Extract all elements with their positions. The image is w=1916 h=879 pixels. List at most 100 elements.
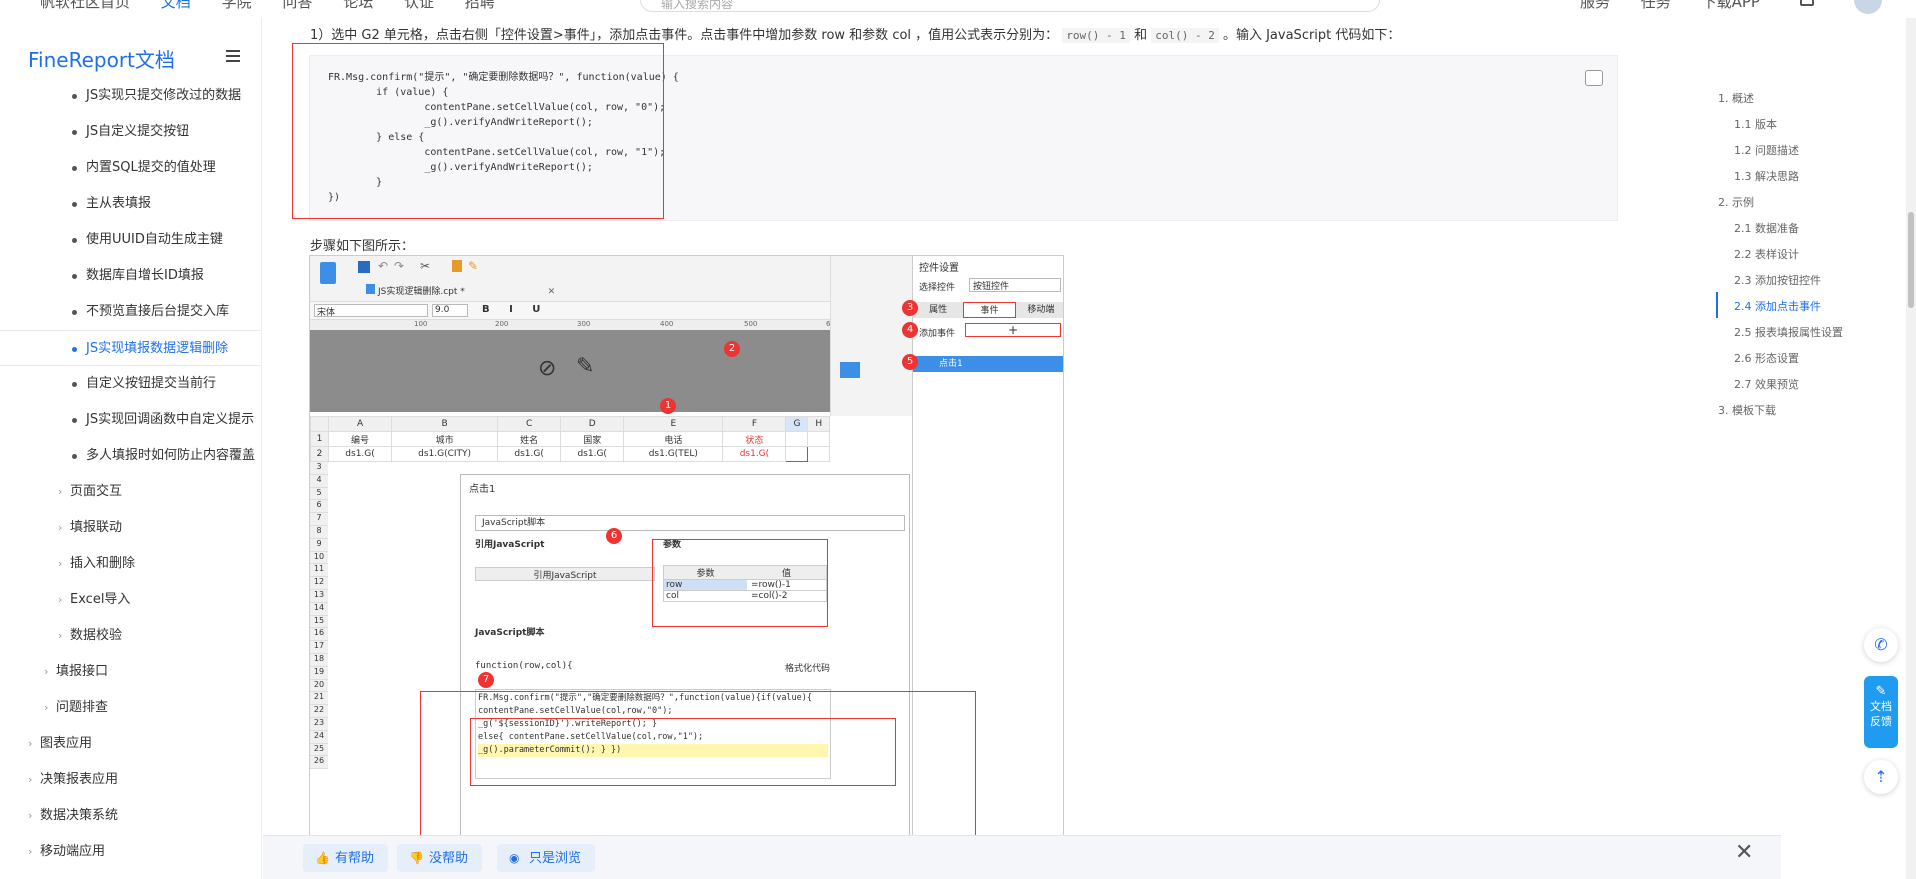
toc-item[interactable]: 2.3 添加按钮控件 [1718,268,1898,294]
toc-item[interactable]: 2.7 效果预览 [1718,372,1898,398]
nav-academy[interactable]: 学院 [222,0,252,11]
toc-item[interactable]: 3. 模板下载 [1718,398,1898,424]
step-badge-2: 2 [724,341,740,357]
sidebar-item[interactable]: 多人填报时如何防止内容覆盖 [0,438,261,474]
redo-icon: ↷ [394,259,405,273]
sidebar-item[interactable]: 数据库自增长ID填报 [0,258,261,294]
code-highlight-box [292,43,664,219]
page-scrollbar[interactable] [1906,18,1916,879]
doc-feedback-button[interactable]: ✎ 文档反馈 [1864,676,1898,748]
column-header: H [807,416,830,432]
helpful-label: 有帮助 [335,851,375,866]
toc-item[interactable]: 2. 示例 [1718,190,1898,216]
sidebar-item[interactable]: › Excel导入 [0,582,261,618]
brush-icon: ✎ [468,259,479,273]
helpful-button[interactable]: 👍 有帮助 [303,844,389,872]
step-badge-1: 1 [660,398,676,414]
instruction-text: 1）选中 G2 单元格，点击右侧「控件设置>事件」，添加点击事件。点击事件中增加… [310,28,1059,43]
nav-docs[interactable]: 文档 [161,0,191,11]
sidebar-item-label: 插入和删除 [70,556,136,571]
sidebar-item[interactable]: › 数据决策系统 [0,798,261,834]
sidebar-item[interactable]: 内置SQL提交的值处理 [0,150,261,186]
site-logo[interactable]: FineReport文档 [28,44,175,73]
sidebar-item[interactable]: › 填报接口 [0,654,261,690]
sidebar-item[interactable]: JS实现只提交修改过的数据 [0,78,261,114]
panel-tabs: 属性 事件 移动端 [913,302,1063,318]
toc-item[interactable]: 1. 概述 [1718,86,1898,112]
chevron-right-icon: › [58,557,63,570]
copy-icon[interactable] [1585,70,1603,86]
not-helpful-label: 没帮助 [429,851,469,866]
paste-icon [452,260,462,272]
sidebar-item[interactable]: › 页面交互 [0,474,261,510]
sidebar-item[interactable]: › 问题排查 [0,690,261,726]
sidebar-item-label: Excel导入 [70,592,131,607]
nav-certification[interactable]: 认证 [404,0,434,11]
select-control-label: 选择控件 [919,283,956,293]
sidebar-item[interactable]: JS实现填报数据逻辑删除 [0,330,261,366]
sidebar-item-label: 图表应用 [40,736,93,751]
toc-item[interactable]: 2.4 添加点击事件 [1718,294,1898,320]
toc-item[interactable]: 2.5 报表填报属性设置 [1718,320,1898,346]
panel-title: 控件设置 [919,263,959,274]
nav-forum[interactable]: 论坛 [343,0,373,11]
just-browse-button[interactable]: ◉ 只是浏览 [497,844,596,872]
step-badge-5: 5 [902,354,918,370]
toc-item[interactable]: 1.3 解决思路 [1718,164,1898,190]
bell-icon[interactable] [1800,0,1814,6]
steps-label: 步骤如下图所示： [310,239,415,254]
sidebar-item[interactable]: 自定义按钮提交当前行 [0,366,261,402]
sidebar-item[interactable]: › 图表应用 [0,726,261,762]
close-icon[interactable]: ✕ [1735,840,1753,865]
column-header: A [327,416,393,432]
side-tool-column [830,256,912,416]
toc-item[interactable]: 1.2 问题描述 [1718,138,1898,164]
ref-js-label: 引用JavaScript [475,540,545,550]
sidebar-item[interactable]: JS实现回调函数中自定义提示 [0,402,261,438]
nav-service[interactable]: 服务 [1580,0,1610,11]
row-number: 8 [310,525,328,539]
ruler-tick: 500 [744,320,758,328]
font-select: 宋体 [314,304,428,318]
row-number: 16 [310,628,328,642]
not-helpful-button[interactable]: 👎 没帮助 [397,844,483,872]
column-header: G [785,416,809,432]
sidebar-item[interactable]: › 移动端应用 [0,834,261,870]
toc-item[interactable]: 2.2 表样设计 [1718,242,1898,268]
sidebar-item[interactable]: 不预览直接后台提交入库 [0,294,261,330]
row-number: 11 [310,564,328,578]
step-badge-4: 4 [902,322,918,338]
nav-qa[interactable]: 问答 [282,0,312,11]
nav-tasks[interactable]: 任务 [1641,0,1671,11]
sidebar-item[interactable]: › 决策报表应用 [0,762,261,798]
designer-toolbar: ↶ ↷ ✂ ✎ JS实现逻辑删除.cpt * ✕ [310,256,912,302]
avatar[interactable] [1854,0,1882,14]
sidebar-item-label: 使用UUID自动生成主键 [86,232,223,247]
toc-item[interactable]: 2.6 形态设置 [1718,346,1898,372]
sidebar-item[interactable]: › 数据校验 [0,618,261,654]
phone-icon[interactable]: ✆ [1864,628,1898,662]
chevron-right-icon: › [58,629,63,642]
cut-icon: ✂ [420,259,431,273]
nav-community-home[interactable]: 帆软社区首页 [40,0,130,11]
sidebar-item[interactable]: 主从表填报 [0,186,261,222]
menu-icon[interactable] [226,50,240,62]
sidebar-item[interactable]: › 插入和删除 [0,546,261,582]
control-settings-icon [840,362,860,378]
toc-item[interactable]: 2.1 数据准备 [1718,216,1898,242]
button-cell [785,446,809,462]
chevron-right-icon: › [58,593,63,606]
toc-item[interactable]: 1.1 版本 [1718,112,1898,138]
row-number: 25 [310,743,328,757]
corner-cell [310,416,329,432]
back-to-top-icon[interactable]: ⇡ [1864,760,1898,794]
sidebar-item[interactable]: JS自定义提交按钮 [0,114,261,150]
sidebar-item[interactable]: 使用UUID自动生成主键 [0,222,261,258]
sidebar-item[interactable]: ›部署集成 [0,870,261,879]
nav-jobs[interactable]: 招聘 [465,0,495,11]
search-input[interactable]: 输入搜索内容 [640,0,1380,12]
hide-icon: ⊘ [538,356,557,381]
nav-download-app[interactable]: 下载APP [1702,0,1760,11]
sidebar-item-label: 页面交互 [70,484,123,499]
sidebar-item[interactable]: › 填报联动 [0,510,261,546]
